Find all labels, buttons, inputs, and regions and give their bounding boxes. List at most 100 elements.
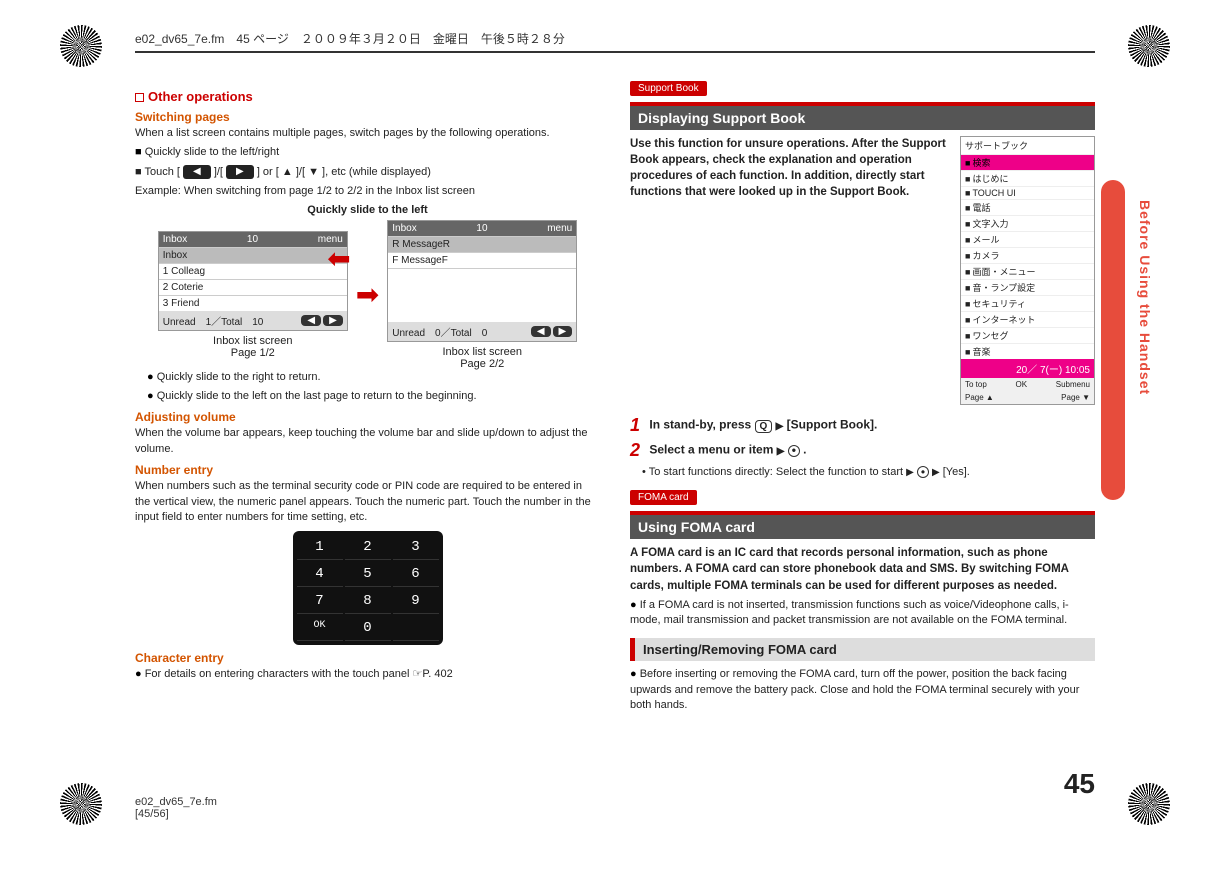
left-key-icon: ◀: [183, 165, 211, 179]
key-9[interactable]: 9: [393, 589, 439, 614]
numeric-keypad: 1 2 3 4 5 6 7 8 9 OK 0: [293, 531, 443, 645]
step-1-number: 1: [630, 415, 640, 435]
character-entry-heading: Character entry: [135, 651, 600, 665]
thumb-row-1: はじめに: [961, 170, 1094, 186]
pf2-title: Inbox: [392, 223, 416, 234]
support-book-section: Support Book Displaying Support Book サポー…: [630, 83, 1095, 480]
down-triangle-icon: [308, 166, 319, 178]
thumb-row-12: 音楽: [961, 343, 1094, 359]
pf1-row1-text: Colleag: [171, 266, 205, 277]
up-triangle-icon: [282, 166, 293, 178]
center-key-icon: [788, 445, 800, 457]
key-7[interactable]: 7: [297, 589, 343, 614]
key-6[interactable]: 6: [393, 562, 439, 587]
switch-example: Example: When switching from page 1/2 to…: [135, 184, 600, 199]
character-entry-text: For details on entering characters with …: [135, 667, 600, 682]
thumb-foot-l: To top: [965, 380, 987, 389]
thumb-row-11: ワンセグ: [961, 327, 1094, 343]
header-line: e02_dv65_7e.fm 45 ページ ２００９年３月２０日 金曜日 午後５…: [135, 30, 1095, 53]
screenshots-row: Inbox10menu Inbox ⬅ 1 Colleag 2 Coterie …: [135, 220, 600, 370]
step-arrow-icon: [777, 443, 785, 457]
pf1-row0-text: Inbox: [163, 250, 187, 261]
switching-pages-heading: Switching pages: [135, 110, 600, 124]
side-tab-label: Before Using the Handset: [1137, 200, 1153, 395]
side-tab-bar: [1101, 180, 1125, 500]
phone-frame-1: Inbox10menu Inbox ⬅ 1 Colleag 2 Coterie …: [158, 231, 348, 331]
key-ok[interactable]: OK: [297, 616, 343, 641]
slide-caption: Quickly slide to the left: [135, 204, 600, 216]
support-book-band: Displaying Support Book: [630, 102, 1095, 130]
key-1[interactable]: 1: [297, 535, 343, 560]
square-icon: [135, 93, 144, 102]
touch-pre: Touch [: [145, 166, 180, 178]
thumb-row-4: 文字入力: [961, 215, 1094, 231]
phone-frame-2: Inbox10menu R MessageR F MessageF Unread…: [387, 220, 577, 342]
step2-dot: .: [803, 443, 806, 457]
touch-post: ] or [: [257, 166, 279, 178]
key-5[interactable]: 5: [345, 562, 391, 587]
key-blank: [393, 616, 439, 641]
page-number: 45: [1064, 768, 1095, 800]
pf1-row-0: Inbox ⬅: [159, 247, 347, 263]
pf2-row1-text: MessageF: [401, 255, 448, 266]
step-arrow-icon: [776, 418, 784, 432]
thumb-row-5: メール: [961, 231, 1094, 247]
pf2-row0-text: MessageR: [402, 239, 450, 250]
key-2[interactable]: 2: [345, 535, 391, 560]
right-key-icon: ▶: [226, 165, 254, 179]
thumb-row-10: インターネット: [961, 311, 1094, 327]
center-key-icon: [917, 466, 929, 478]
step-2: 2 Select a menu or item .: [630, 440, 1095, 461]
number-entry-text: When numbers such as the terminal securi…: [135, 479, 600, 525]
thumb-foot-c: OK: [1015, 380, 1027, 389]
key-8[interactable]: 8: [345, 589, 391, 614]
switch-bullet-touch: ■ Touch [ ◀ ]/[ ▶ ] or [ ]/[ ], etc (whi…: [135, 165, 600, 180]
step-2-number: 2: [630, 440, 640, 460]
thumb-foot-r: Submenu: [1056, 380, 1090, 389]
step1-tail: [Support Book].: [787, 418, 878, 432]
step1-text: In stand-by, press: [649, 418, 754, 432]
foma-tag: FOMA card: [630, 490, 697, 505]
switch-bullet-slide: Quickly slide to the left/right: [135, 145, 600, 160]
thumb-row-8: 音・ランプ設定: [961, 279, 1094, 295]
key-3[interactable]: 3: [393, 535, 439, 560]
print-mark-icon: [60, 783, 102, 825]
other-operations-heading: Other operations: [135, 89, 600, 104]
support-book-thumbnail: サポートブック 検索 はじめに TOUCH UI 電話 文字入力 メール カメラ…: [960, 136, 1095, 405]
step2-note-text: To start functions directly: Select the …: [649, 466, 903, 478]
insert-remove-band: Inserting/Removing FOMA card: [630, 638, 1095, 661]
page-content: e02_dv65_7e.fm 45 ページ ２００９年３月２０日 金曜日 午後５…: [135, 30, 1095, 830]
adjusting-volume-heading: Adjusting volume: [135, 410, 600, 424]
key-4[interactable]: 4: [297, 562, 343, 587]
q-key-icon: Q: [755, 420, 773, 433]
thumb-row-6: カメラ: [961, 247, 1094, 263]
note-slide-right: Quickly slide to the right to return.: [147, 370, 600, 385]
note-slide-left: Quickly slide to the left on the last pa…: [147, 389, 600, 404]
touch-or: ]/[: [296, 166, 305, 178]
adjusting-volume-text: When the volume bar appears, keep touchi…: [135, 426, 600, 457]
other-operations-text: Other operations: [148, 89, 253, 104]
left-column: Other operations Switching pages When a …: [135, 83, 600, 718]
foma-lead: A FOMA card is an IC card that records p…: [630, 545, 1095, 593]
key-0[interactable]: 0: [345, 616, 391, 641]
thumb-row-3: 電話: [961, 199, 1094, 215]
footer-info: e02_dv65_7e.fm [45/56]: [135, 796, 217, 820]
pf2-count: 10: [476, 223, 487, 234]
pf2-row-empty: [388, 268, 576, 322]
step-arrow-icon: [932, 466, 940, 478]
foma-band: Using FOMA card: [630, 511, 1095, 539]
right-column: Support Book Displaying Support Book サポー…: [630, 83, 1095, 718]
thumb-pager-r: Page ▼: [1061, 393, 1090, 402]
thumb-row-0: 検索: [961, 154, 1094, 170]
thumb-row-7: 画面・メニュー: [961, 263, 1094, 279]
step-2-note: • To start functions directly: Select th…: [642, 465, 1095, 480]
thumb-row-9: セキュリティ: [961, 295, 1094, 311]
pf1-row-3: 3 Friend: [159, 295, 347, 311]
pf1-arrows: ◀▶: [299, 315, 342, 326]
print-mark-icon: [60, 25, 102, 67]
foma-card-section: FOMA card Using FOMA card A FOMA card is…: [630, 492, 1095, 713]
foma-bullet2: Before inserting or removing the FOMA ca…: [630, 667, 1095, 713]
shot2-caption: Inbox list screen Page 2/2: [442, 346, 521, 370]
thumb-pager-l: Page ▲: [965, 393, 994, 402]
pf1-row-1: 1 Colleag: [159, 263, 347, 279]
